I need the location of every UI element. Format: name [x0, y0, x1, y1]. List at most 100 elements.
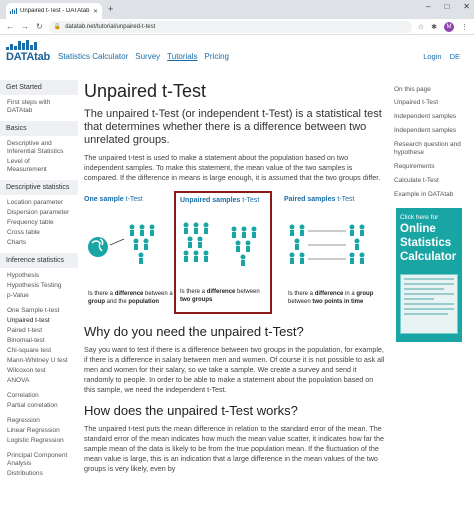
- nav-statistics-calculator[interactable]: Statistics Calculator: [58, 52, 128, 61]
- sidebar-item[interactable]: Level of Measurement: [0, 157, 78, 175]
- sidebar-heading: Descriptive statistics: [0, 180, 78, 195]
- sidebar-item[interactable]: Linear Regression: [0, 426, 78, 436]
- ad-small-text: Click here for: [400, 214, 439, 221]
- browser-tab-strip: Unpaired t-Test - DATAtab ✕ + – □ ✕: [0, 0, 474, 19]
- lead-paragraph: The unpaired t-Test (or independent t-Te…: [84, 108, 382, 146]
- unpaired-samples-card: Unpaired samples t-Test Is there a diffe…: [174, 191, 272, 314]
- toc-link[interactable]: Unpaired t-Test: [394, 99, 466, 107]
- sidebar-item[interactable]: One Sample t-test: [0, 306, 78, 316]
- star-icon[interactable]: ☆: [418, 23, 424, 31]
- sidebar-item[interactable]: Chi-square test: [0, 346, 78, 356]
- sidebar-item[interactable]: Paired t-test: [0, 326, 78, 336]
- card-caption: Is there a difference between a group an…: [88, 291, 173, 305]
- browser-tab[interactable]: Unpaired t-Test - DATAtab ✕: [6, 3, 102, 19]
- sidebar-item[interactable]: p-Value: [0, 291, 78, 301]
- sidebar-item-current[interactable]: Unpaired t-test: [0, 316, 78, 326]
- top-nav: Statistics Calculator Survey Tutorials P…: [58, 52, 229, 61]
- close-tab-icon[interactable]: ✕: [93, 8, 98, 15]
- sidebar-item[interactable]: First steps with DATAtab: [0, 98, 78, 116]
- sidebar-item[interactable]: Logistic Regression: [0, 436, 78, 446]
- nav-pricing[interactable]: Pricing: [205, 52, 229, 61]
- sidebar-item[interactable]: Principal Component Analysis: [0, 451, 78, 469]
- globe-and-group-illustration: [88, 224, 155, 264]
- toc-link[interactable]: Calculate t-Test: [394, 177, 466, 185]
- forward-icon[interactable]: →: [21, 22, 29, 31]
- extensions-icon[interactable]: ✱: [431, 23, 437, 31]
- card-title: Unpaired samples: [180, 197, 241, 204]
- minimize-icon[interactable]: –: [426, 2, 430, 11]
- sidebar-item[interactable]: Partial correlation: [0, 401, 78, 411]
- nav-survey[interactable]: Survey: [135, 52, 160, 61]
- menu-icon[interactable]: ⋮: [461, 23, 468, 31]
- url-text: datatab.net/tutorial/unpaired-t-test: [65, 23, 156, 30]
- nav-tutorials[interactable]: Tutorials: [167, 52, 197, 61]
- toc-link[interactable]: Independent samples: [394, 113, 466, 121]
- card-subtitle: t-Test: [125, 196, 143, 203]
- lock-icon: 🔒: [53, 24, 62, 30]
- calculator-ad-banner[interactable]: Click here for Online Statistics Calcula…: [396, 208, 462, 342]
- sidebar-item[interactable]: Cross table: [0, 228, 78, 238]
- toc-link[interactable]: Research question and hypothese: [394, 141, 466, 157]
- sidebar-item[interactable]: Dispersion parameter: [0, 208, 78, 218]
- ad-headline: Online Statistics Calculator: [400, 223, 457, 263]
- card-subtitle: t-Test: [242, 197, 260, 204]
- sidebar-heading: Get Started: [0, 80, 78, 95]
- group-people-icon: [129, 224, 155, 264]
- card-caption: Is there a difference in a group between…: [288, 291, 374, 305]
- sidebar-item[interactable]: Wilcoxon test: [0, 366, 78, 376]
- main-content: Unpaired t-Test The unpaired t-Test (or …: [84, 80, 386, 474]
- sidebar-item[interactable]: Distributions: [0, 469, 78, 479]
- toc-link[interactable]: Example in DATAtab: [394, 191, 466, 199]
- sidebar-item[interactable]: Hypothesis: [0, 271, 78, 281]
- card-subtitle: t-Test: [337, 196, 355, 203]
- close-window-icon[interactable]: ✕: [463, 2, 470, 11]
- new-tab-icon[interactable]: +: [108, 4, 113, 14]
- login-link[interactable]: Login: [423, 52, 441, 61]
- section-heading-why: Why do you need the unpaired t-Test?: [84, 324, 304, 339]
- window-controls: – □ ✕: [426, 2, 470, 11]
- datatab-logo[interactable]: DATAtab: [6, 40, 51, 63]
- sidebar-item[interactable]: Hypothesis Testing: [0, 281, 78, 291]
- page-title: Unpaired t-Test: [84, 81, 207, 101]
- card-caption: Is there a difference between two groups: [180, 289, 260, 303]
- one-sample-card: One sample t-Test Is there a difference …: [84, 191, 174, 314]
- sidebar-item[interactable]: Charts: [0, 238, 78, 248]
- site-header: DATAtab Statistics Calculator Survey Tut…: [0, 36, 474, 76]
- profile-avatar[interactable]: M: [444, 21, 454, 32]
- logo-bars-icon: [6, 40, 46, 50]
- address-bar-row: ← → ↻ 🔒 datatab.net/tutorial/unpaired-t-…: [0, 19, 474, 35]
- on-this-page-nav: On this page Unpaired t-Test Independent…: [394, 80, 466, 199]
- card-title: Paired samples: [284, 196, 336, 203]
- card-title: One sample: [84, 196, 124, 203]
- back-icon[interactable]: ←: [6, 22, 14, 31]
- section-heading-how: How does the unpaired t-Test works?: [84, 403, 298, 418]
- sidebar-item[interactable]: Binomial-test: [0, 336, 78, 346]
- why-paragraph: Say you want to test if there is a diffe…: [84, 345, 385, 394]
- sidebar-item[interactable]: Descriptive and Inferential Statistics: [0, 139, 78, 157]
- on-this-page-title: On this page: [394, 86, 431, 93]
- intro-paragraph: The unpaired t-test is used to make a st…: [84, 153, 381, 182]
- logo-text: DATAtab: [6, 51, 51, 63]
- sidebar-item[interactable]: Location parameter: [0, 198, 78, 208]
- sidebar-heading: Basics: [0, 121, 78, 136]
- sidebar-item[interactable]: Regression: [0, 416, 78, 426]
- how-paragraph: The unpaired t-test puts the mean differ…: [84, 424, 385, 473]
- maximize-icon[interactable]: □: [444, 2, 449, 11]
- sidebar-item[interactable]: ANOVA: [0, 376, 78, 386]
- two-groups-illustration: [183, 222, 257, 266]
- sidebar-item[interactable]: Correlation: [0, 391, 78, 401]
- sidebar-heading: Inference statistics: [0, 253, 78, 268]
- t-test-types-figure: One sample t-Test Is there a difference …: [84, 191, 386, 316]
- paired-groups-illustration: [289, 224, 365, 264]
- paired-samples-card: Paired samples t-Test Is there a differe…: [284, 191, 386, 314]
- language-link[interactable]: DE: [450, 52, 460, 61]
- sidebar-item[interactable]: Mann-Whitney U test: [0, 356, 78, 366]
- toc-link[interactable]: Independent samples: [394, 127, 466, 135]
- toc-link[interactable]: Requirements: [394, 163, 466, 171]
- tab-title: Unpaired t-Test - DATAtab: [20, 8, 90, 14]
- sidebar: Get Started First steps with DATAtab Bas…: [0, 80, 78, 532]
- calculator-screenshot-icon: [400, 274, 458, 334]
- url-field[interactable]: 🔒 datatab.net/tutorial/unpaired-t-test: [48, 20, 412, 33]
- sidebar-item[interactable]: Frequency table: [0, 218, 78, 228]
- reload-icon[interactable]: ↻: [36, 22, 43, 31]
